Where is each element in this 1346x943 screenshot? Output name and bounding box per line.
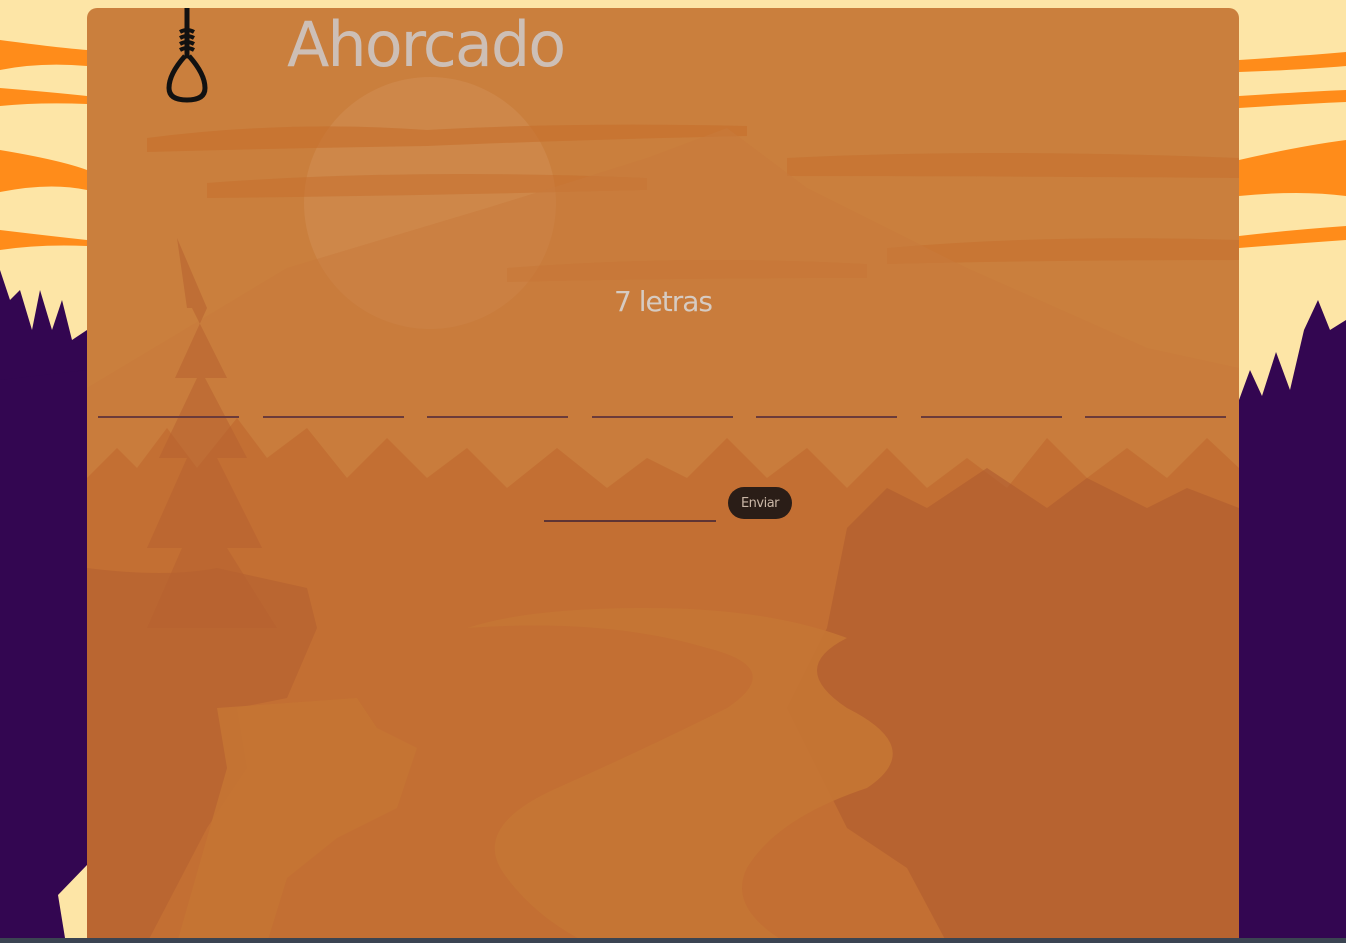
letter-count-label: 7 letras bbox=[614, 285, 713, 318]
word-slots bbox=[98, 388, 1228, 418]
letter-slot-1 bbox=[98, 388, 239, 418]
letter-slot-2 bbox=[263, 388, 404, 418]
game-panel: Ahorcado 7 letras Enviar bbox=[87, 8, 1239, 943]
letter-slot-5 bbox=[756, 388, 897, 418]
send-button[interactable]: Enviar bbox=[728, 487, 792, 519]
panel-landscape-art bbox=[87, 77, 1239, 943]
letter-slot-3 bbox=[427, 388, 568, 418]
bottom-bar bbox=[0, 938, 1346, 943]
letter-input[interactable] bbox=[544, 498, 716, 522]
noose-icon bbox=[166, 8, 208, 103]
page-title: Ahorcado bbox=[287, 8, 566, 81]
letter-slot-4 bbox=[592, 388, 733, 418]
letter-slot-7 bbox=[1085, 388, 1226, 418]
letter-slot-6 bbox=[921, 388, 1062, 418]
